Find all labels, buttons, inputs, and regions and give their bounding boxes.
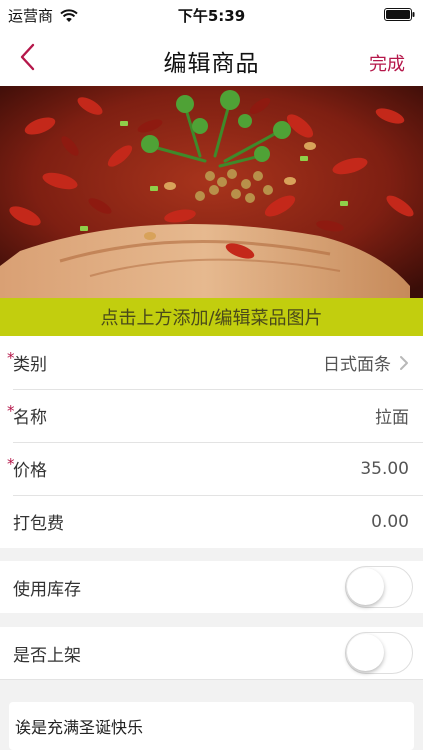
name-row[interactable]: * 名称 拉面 [7, 389, 423, 442]
price-label: 价格 [13, 461, 47, 481]
use-stock-label: 使用库存 [13, 579, 81, 600]
category-value: 日式面条 [323, 355, 391, 375]
done-button[interactable]: 完成 [369, 50, 405, 76]
required-mark: * [7, 455, 15, 473]
chevron-right-icon [400, 355, 408, 370]
battery-icon [384, 8, 415, 21]
toggle-knob [347, 568, 384, 605]
status-bar: 运营商 下午5:39 [0, 0, 423, 28]
page-title: 编辑商品 [163, 51, 260, 77]
dish-photo[interactable] [0, 86, 423, 298]
use-stock-row: 使用库存 [13, 561, 423, 613]
edit-photo-banner[interactable]: 点击上方添加/编辑菜品图片 [0, 298, 423, 336]
on-shelf-toggle[interactable] [345, 632, 413, 674]
divider [0, 679, 423, 680]
name-value: 拉面 [375, 408, 409, 428]
toggle-knob [347, 634, 384, 671]
nav-bar: 编辑商品 完成 [0, 28, 423, 86]
description-field[interactable]: 诶是充满圣诞快乐 [9, 702, 414, 750]
packing-fee-label: 打包费 [13, 514, 64, 534]
on-shelf-row: 是否上架 [13, 627, 423, 679]
status-time: 下午5:39 [177, 7, 246, 25]
required-mark: * [7, 402, 15, 420]
on-shelf-group: 是否上架 [0, 627, 423, 679]
category-row[interactable]: * 类别 日式面条 [7, 336, 423, 389]
packing-fee-value: 0.00 [371, 511, 409, 532]
edit-product-screen: 运营商 下午5:39 编辑商品 完成 点击上方添加/编辑菜品图片 * 类别 日式… [0, 0, 423, 750]
price-value: 35.00 [360, 458, 409, 479]
category-label: 类别 [13, 355, 47, 375]
use-stock-toggle[interactable] [345, 566, 413, 608]
name-label: 名称 [13, 408, 47, 428]
price-row[interactable]: * 价格 35.00 [7, 442, 423, 495]
product-form: * 类别 日式面条 * 名称 拉面 * 价格 35.00 打包费 0.00 [0, 336, 423, 548]
packing-fee-row[interactable]: 打包费 0.00 [13, 495, 423, 548]
required-mark: * [7, 349, 15, 367]
use-stock-group: 使用库存 [0, 561, 423, 613]
on-shelf-label: 是否上架 [13, 645, 81, 666]
dish-photo-image [0, 86, 423, 298]
